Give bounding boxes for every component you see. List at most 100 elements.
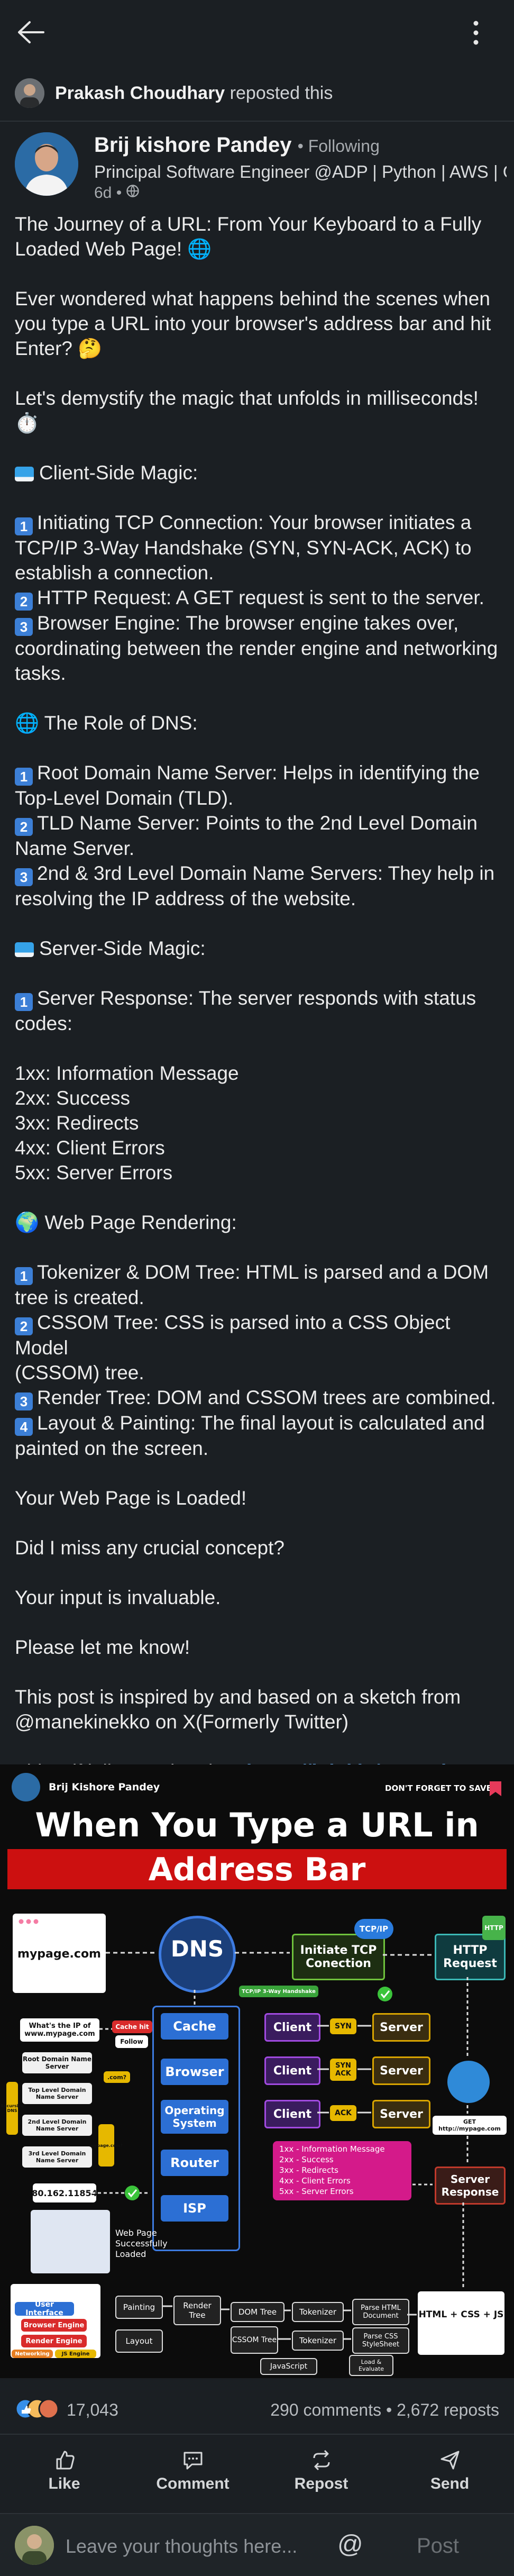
comment-input[interactable]: Leave your thoughts here...	[66, 2535, 297, 2557]
syn-badge: SYN	[330, 2018, 356, 2034]
reposter-avatar[interactable]	[15, 78, 44, 108]
cache-hit-badge: Cache hit	[112, 2020, 152, 2033]
ip-address-box: 80.162.11854	[32, 2183, 97, 2202]
post-line: tasks.	[15, 661, 499, 686]
status-line-4: 4xx - Client Errors	[279, 2176, 351, 2186]
post-line-text: TCP/IP 3-Way Handshake (SYN, SYN-ACK, AC…	[15, 537, 472, 559]
tcp-connection-box: Initiate TCP Conection	[292, 1934, 385, 1980]
number-badge-icon: 3	[15, 868, 33, 886]
parse-css-box: Parse CSS StyleSheet	[352, 2327, 409, 2354]
comment-button[interactable]: Comment	[128, 2442, 257, 2500]
post-comment-button[interactable]: Post	[417, 2534, 459, 2558]
post-line: (CSSOM) tree.	[15, 1360, 499, 1385]
post-line-text: 🌍 Web Page Rendering:	[15, 1212, 237, 1233]
more-options-icon[interactable]	[465, 17, 487, 49]
render-tree-box: Render Tree	[173, 2296, 221, 2325]
post-line-text: resolving the IP address of the website.	[15, 888, 356, 909]
post-line-text: Server-Side Magic:	[39, 937, 206, 959]
author-name[interactable]: Brij kishore Pandey	[94, 133, 291, 157]
repost-text: Prakash Choudhary reposted this	[55, 83, 333, 104]
reaction-icons[interactable]	[15, 2398, 59, 2422]
post-line-text: Layout & Painting: The final layout is c…	[37, 1412, 485, 1434]
comment-bar: Leave your thoughts here... @ Post	[0, 2513, 514, 2576]
following-label: • Following	[297, 136, 380, 156]
comments-reposts-count[interactable]: 290 comments • 2,672 reposts	[270, 2400, 499, 2420]
post-line-text: Client-Side Magic:	[39, 462, 198, 484]
post-line: 4 Layout & Painting: The final layout is …	[15, 1410, 499, 1436]
post-line-text: coordinating between the render engine a…	[15, 638, 498, 659]
post-line-text: Name Server.	[15, 838, 135, 859]
post-line: you type a URL into your browser's addre…	[15, 311, 499, 336]
infographic-author-avatar	[12, 1773, 40, 1801]
social-counts: 17,043 290 comments • 2,672 reposts	[15, 2394, 499, 2426]
author-headline: Principal Software Engineer @ADP | Pytho…	[94, 162, 507, 181]
post-line-text: Your input is invaluable.	[15, 1587, 221, 1608]
client-box-1: Client	[264, 2013, 320, 2042]
post-line: resolving the IP address of the website.	[15, 886, 499, 911]
send-label: Send	[430, 2475, 470, 2492]
like-label: Like	[48, 2475, 80, 2492]
post-line: coordinating between the render engine a…	[15, 636, 499, 661]
load-evaluate-box: Load & Evaluate	[349, 2355, 393, 2376]
repost-button[interactable]: Repost	[257, 2442, 386, 2500]
reaction-count[interactable]: 17,043	[67, 2400, 118, 2420]
post-line-text: Loaded Web Page! 🌐	[15, 238, 212, 260]
handshake-note: TCP/IP 3-Way Handshake	[239, 1986, 318, 1997]
back-arrow-icon[interactable]	[16, 19, 48, 45]
third-level-dns-box: 3rd Level Domain Name Server	[22, 2146, 92, 2168]
mention-button[interactable]: @	[337, 2530, 363, 2559]
html-css-js-panel	[418, 2291, 504, 2355]
post-time: 6d •	[94, 184, 122, 202]
infographic-image[interactable]: Brij Kishore Pandey DON'T FORGET TO SAVE…	[0, 1764, 514, 2378]
like-button[interactable]: Like	[0, 2442, 128, 2500]
operating-system-box: Operating System	[161, 2100, 228, 2134]
post-line: 2xx: Success	[15, 1086, 499, 1110]
post-line: Ever wondered what happens behind the sc…	[15, 286, 499, 311]
post-line-text: tasks.	[15, 662, 66, 684]
number-badge-icon: 2	[15, 818, 33, 836]
post-line-text: TLD Name Server: Points to the 2nd Level…	[37, 812, 478, 834]
post-line-text: 🌐 The Role of DNS:	[15, 712, 198, 734]
post-line-text: you type a URL into your browser's addre…	[15, 313, 491, 334]
isp-box: ISP	[161, 2195, 228, 2222]
reposter-name[interactable]: Prakash Choudhary	[55, 83, 225, 103]
browser-box: Browser	[161, 2059, 228, 2085]
comment-label: Comment	[156, 2475, 230, 2492]
current-user-avatar[interactable]	[15, 2526, 54, 2565]
http-request-box: HTTP Request	[435, 1934, 506, 1980]
post-line: ⏱️	[15, 411, 499, 435]
globe-icon	[126, 184, 140, 202]
post-line: Name Server.	[15, 836, 499, 861]
post-line-text: Tokenizer & DOM Tree: HTML is parsed and…	[37, 1261, 489, 1283]
server-response-box: Server Response	[435, 2167, 506, 2205]
post-author: Brij kishore Pandey • Following Principa…	[15, 132, 507, 202]
post-line: establish a connection.	[15, 560, 499, 585]
infographic-title-line2: Address Bar	[148, 1851, 366, 1888]
status-line-3: 3xx - Redirects	[279, 2165, 338, 2175]
parse-html-box: Parse HTML Document	[352, 2299, 409, 2325]
post-line: 2 TLD Name Server: Points to the 2nd Leve…	[15, 811, 499, 836]
post-line: 🌍 Web Page Rendering:	[15, 1210, 499, 1235]
author-avatar[interactable]	[15, 132, 78, 196]
networking-box: Networking	[12, 2350, 53, 2358]
number-badge-icon: 3	[15, 1392, 33, 1410]
post-line-text: (CSSOM) tree.	[15, 1362, 144, 1383]
post-line-text: Please let me know!	[15, 1636, 190, 1658]
post-line: 3 Browser Engine: The browser engine take…	[15, 611, 499, 636]
post-line: Top-Level Domain (TLD).	[15, 786, 499, 811]
save-reminder: DON'T FORGET TO SAVE	[385, 1783, 492, 1793]
tcp-ip-badge: TCP/IP	[354, 1919, 393, 1939]
post-line-text: This post is inspired by and based on a …	[15, 1686, 461, 1708]
send-button[interactable]: Send	[386, 2442, 514, 2500]
post-line-text: Let's demystify the magic that unfolds i…	[15, 387, 479, 409]
post-line-text: Browser Engine: The browser engine takes…	[37, 612, 459, 634]
server-box-2: Server	[372, 2056, 430, 2085]
